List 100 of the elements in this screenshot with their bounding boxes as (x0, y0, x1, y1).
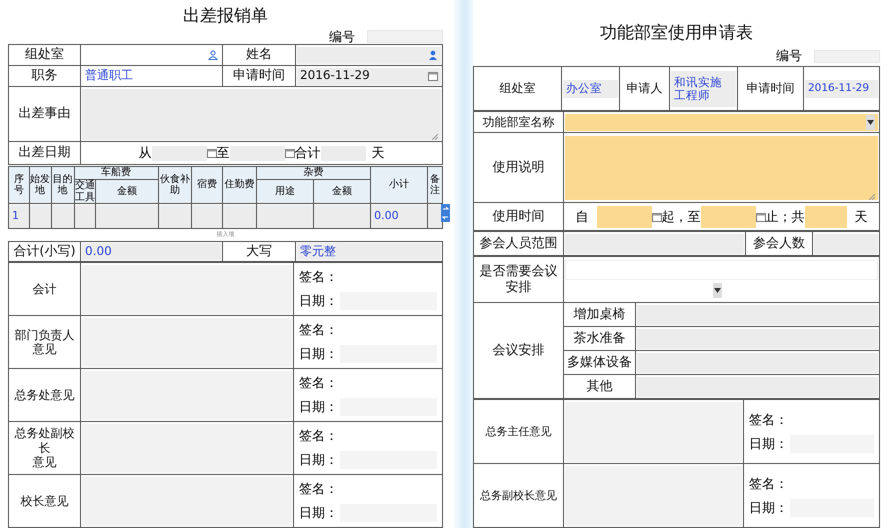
input-field[interactable]: 零元整 (297, 243, 441, 260)
arrows-icon[interactable] (441, 204, 450, 222)
input-field[interactable] (814, 234, 878, 254)
text-area[interactable] (565, 402, 742, 462)
input-field[interactable] (192, 204, 222, 228)
dropdown[interactable] (565, 114, 878, 130)
field-value: 2016-11-29 (300, 69, 370, 83)
text-area[interactable] (82, 370, 292, 420)
field-label: 出差日期 (8, 142, 80, 164)
field-label: 日期： (749, 436, 788, 452)
text-area[interactable] (82, 264, 292, 314)
input-field[interactable]: 2016-11-29 (805, 80, 878, 98)
field-label: 日期： (299, 505, 338, 522)
field-label: 天 (372, 145, 384, 162)
input-field[interactable] (223, 204, 256, 228)
input-field[interactable] (158, 204, 192, 228)
caret-icon (713, 283, 722, 298)
field-label: 日期： (299, 346, 338, 363)
input-field[interactable] (637, 352, 878, 372)
field-label: 申请时间 (222, 66, 296, 86)
column-header: 宿费 (192, 166, 223, 204)
input-field[interactable]: 办公室 (563, 80, 618, 98)
field-label: 签名： (749, 476, 788, 492)
input-field[interactable] (52, 204, 74, 228)
resize-grip-icon (869, 194, 875, 200)
input-field[interactable] (637, 376, 878, 396)
field-label: 签名： (749, 412, 788, 428)
field-value: 普通职工 (85, 69, 133, 83)
calendar-icon (206, 148, 216, 158)
input-field[interactable] (814, 50, 880, 62)
column-header: 金额 (96, 180, 158, 204)
text-area[interactable] (82, 88, 441, 140)
field-label: 组处室 (8, 44, 80, 66)
input-field[interactable] (428, 204, 442, 228)
date-field[interactable] (700, 206, 756, 228)
column-header: 杂费 (256, 166, 371, 180)
column-header: 始发地 (29, 166, 52, 204)
field-label: 总务主任意见 (474, 400, 564, 464)
input-field[interactable]: 和讯实施工程师 (671, 70, 736, 106)
date-field[interactable] (596, 206, 652, 228)
input-field[interactable]: 0.00 (82, 243, 221, 260)
field-label: 出差事由 (8, 86, 80, 142)
text-area[interactable] (565, 466, 742, 526)
input-field[interactable] (256, 204, 313, 228)
calendar-icon (284, 148, 294, 158)
input-field[interactable] (30, 204, 51, 228)
field-label: 部门负责人 意见 (8, 316, 80, 368)
date-field[interactable] (230, 146, 284, 160)
field-label: 使用时间 (474, 202, 564, 230)
column-header: 序号 (8, 166, 30, 204)
field-value: 0.00 (374, 210, 399, 222)
field-label: 至 (216, 145, 230, 162)
date-field[interactable] (152, 146, 206, 160)
calendar-icon (652, 212, 662, 222)
column-header: 住勤费 (222, 166, 256, 204)
column-header: 金额 (313, 180, 371, 204)
field-label: 签名： (299, 428, 338, 445)
field-label: 签名： (299, 269, 338, 286)
input-field[interactable] (565, 260, 878, 280)
resize-grip-icon (432, 134, 438, 140)
field-value: 零元整 (300, 244, 336, 258)
input-field[interactable]: 1 (9, 204, 29, 228)
input-field[interactable] (804, 206, 846, 228)
field-label: 茶水准备 (564, 326, 636, 350)
input-field[interactable] (637, 304, 878, 324)
field-label: 参会人数 (746, 232, 812, 256)
input-field[interactable]: 0.00 (371, 204, 428, 228)
field-value: 办公室 (566, 82, 602, 95)
input-field[interactable] (367, 30, 443, 43)
field-label: 日期： (299, 399, 338, 416)
input-field[interactable] (96, 204, 158, 228)
column-header: 目的地 (51, 166, 74, 204)
field-label: 是否需要会议安排 (474, 256, 564, 302)
field-label: 参会人员范围 (474, 232, 564, 256)
text-area[interactable] (565, 136, 878, 200)
input-field[interactable] (637, 328, 878, 348)
field-label: 签名： (299, 481, 338, 498)
field-label: 编号 (776, 48, 802, 65)
input-field[interactable] (565, 234, 744, 254)
input-field[interactable] (297, 46, 441, 64)
field-value: 和讯实施工程师 (674, 76, 723, 102)
column-header: 车船费 (74, 166, 158, 180)
field-label: 增加桌椅 (564, 302, 636, 326)
input-field[interactable] (74, 204, 96, 228)
field-label: 功能部室名称 (474, 112, 564, 132)
input-field[interactable]: 2016-11-29 (297, 68, 441, 84)
calendar-icon (756, 212, 766, 222)
field-label: 从 (138, 145, 152, 162)
input-field[interactable] (314, 204, 370, 228)
field-label: 签名： (299, 375, 338, 392)
text-area[interactable] (82, 424, 292, 472)
field-label: 申请人 (620, 66, 670, 110)
text-area[interactable] (82, 476, 292, 526)
person-icon (428, 50, 438, 60)
caret-icon (866, 114, 875, 130)
field-label: 其他 (564, 374, 636, 398)
people-icon (208, 50, 218, 60)
field-label: 天 (854, 208, 868, 226)
field-label: 会计 (8, 262, 80, 316)
text-area[interactable] (82, 318, 292, 366)
